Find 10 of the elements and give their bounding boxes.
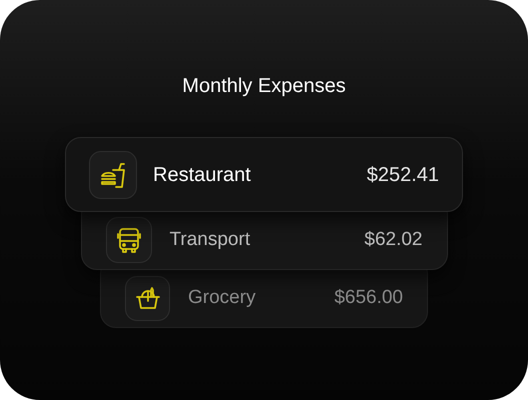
expense-amount: $656.00 <box>334 286 403 310</box>
burger-and-drink-icon <box>99 160 127 188</box>
basket-icon <box>134 284 162 312</box>
expense-name: Grocery <box>188 286 256 310</box>
bus-icon <box>114 226 142 254</box>
expense-name: Restaurant <box>153 162 251 188</box>
expense-amount: $252.41 <box>366 162 439 188</box>
expense-name: Transport <box>170 228 250 252</box>
card-title: Monthly Expenses <box>182 74 346 99</box>
expense-amount: $62.02 <box>364 228 422 252</box>
